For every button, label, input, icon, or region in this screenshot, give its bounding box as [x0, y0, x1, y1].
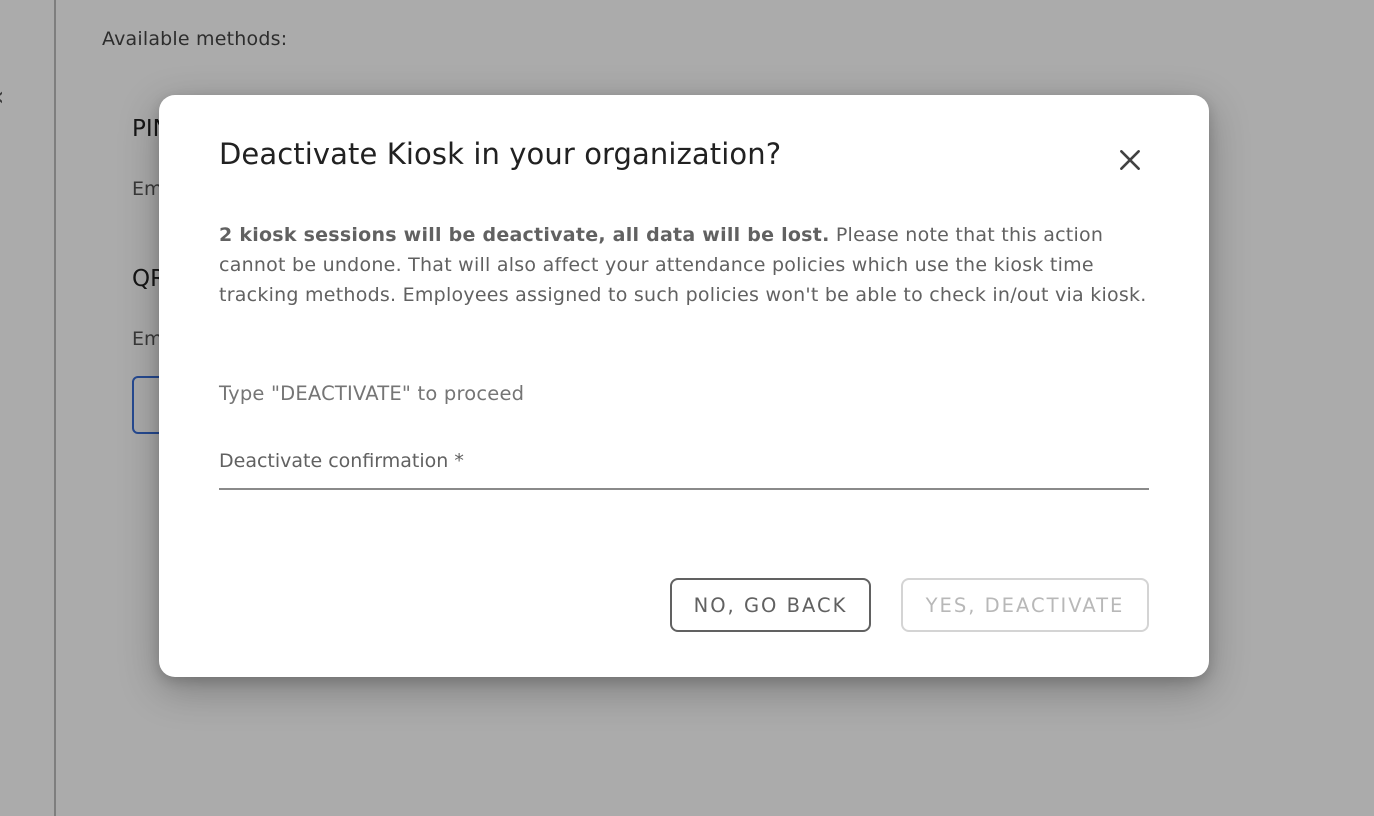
close-button[interactable] [1109, 139, 1151, 181]
deactivate-confirmation-field: Deactivate confirmation * [219, 442, 1149, 490]
confirmation-instruction: Type "DEACTIVATE" to proceed [219, 382, 525, 405]
deactivate-confirmation-input[interactable] [219, 442, 1149, 488]
dialog-title: Deactivate Kiosk in your organization? [219, 137, 782, 171]
deactivate-kiosk-dialog: Deactivate Kiosk in your organization? 2… [159, 95, 1209, 677]
close-icon [1120, 150, 1140, 170]
no-go-back-button[interactable]: NO, GO BACK [670, 578, 871, 632]
yes-deactivate-button[interactable]: YES, DEACTIVATE [901, 578, 1149, 632]
warning-message: 2 kiosk sessions will be deactivate, all… [219, 220, 1154, 310]
warning-bold-text: 2 kiosk sessions will be deactivate, all… [219, 224, 830, 246]
